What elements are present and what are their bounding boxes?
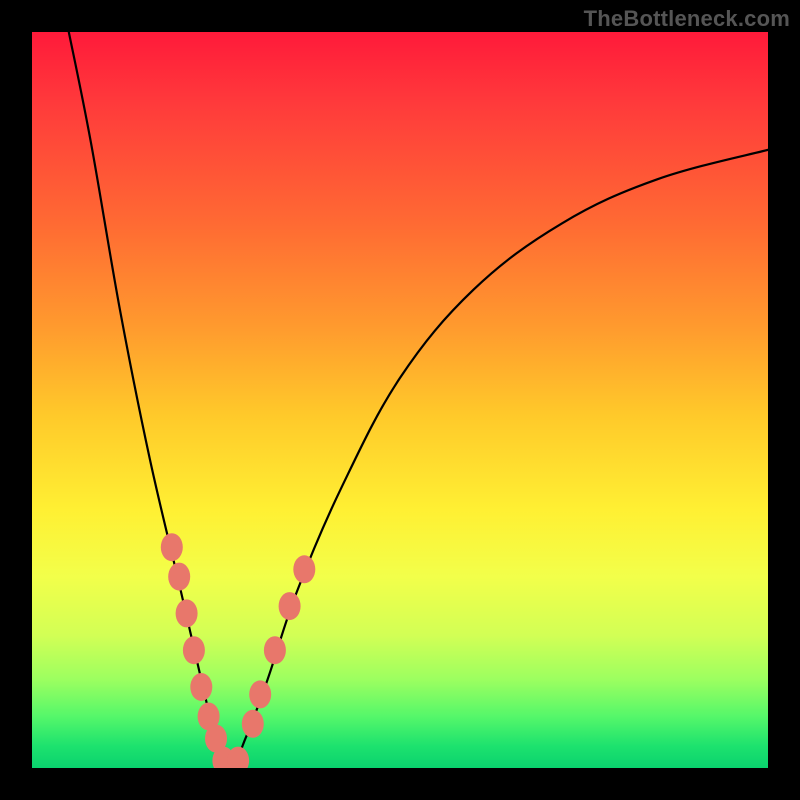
bead-marker	[161, 533, 183, 561]
bead-marker	[249, 680, 271, 708]
plot-area	[32, 32, 768, 768]
chart-svg	[32, 32, 768, 768]
bead-marker	[176, 599, 198, 627]
bead-marker	[183, 636, 205, 664]
watermark-text: TheBottleneck.com	[584, 6, 790, 32]
bead-marker	[293, 555, 315, 583]
bead-marker	[264, 636, 286, 664]
bottleneck-curve	[69, 32, 768, 768]
bead-marker	[242, 710, 264, 738]
chart-frame: TheBottleneck.com	[0, 0, 800, 800]
bead-markers	[161, 533, 315, 768]
bead-marker	[190, 673, 212, 701]
bead-marker	[168, 563, 190, 591]
bead-marker	[279, 592, 301, 620]
